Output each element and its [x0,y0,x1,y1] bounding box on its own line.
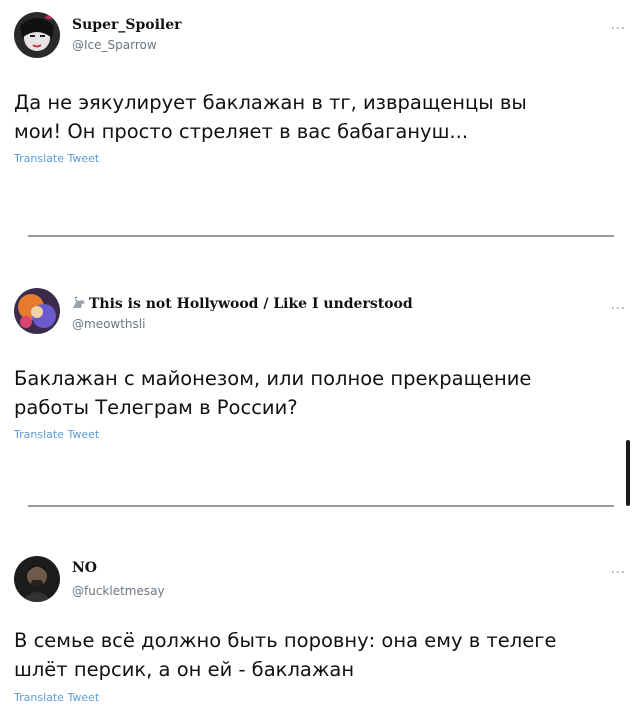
translate-tweet-link[interactable]: Translate Tweet [14,428,99,441]
scrollbar[interactable] [626,440,630,506]
tweet-text-line: В семье всё должно быть поровну: она ему… [14,629,557,652]
tweet-text-line: шлёт персик, а он ей - баклажан [14,658,355,681]
display-name[interactable]: This is not Hollywood / Like I understoo… [72,296,413,312]
divider [28,505,614,507]
unicorn-icon [73,297,85,308]
tweet-3: NO @fuckletmesay ... В семье всё должно … [0,548,640,720]
more-options-icon[interactable]: ... [611,18,626,33]
handle[interactable]: @fuckletmesay [72,584,165,598]
tweet-text: Да не эякулирует баклажан в тг, извращен… [14,88,614,146]
divider [28,235,614,237]
avatar[interactable] [14,12,60,58]
avatar[interactable] [14,556,60,602]
display-name[interactable]: NO [72,560,97,576]
tweet-text: В семье всё должно быть поровну: она ему… [14,626,614,684]
more-options-icon[interactable]: ... [611,298,626,313]
translate-tweet-link[interactable]: Translate Tweet [14,152,99,165]
avatar-image [14,288,60,334]
more-options-icon[interactable]: ... [611,562,626,577]
display-name[interactable]: Super_Spoiler [72,17,182,33]
tweet-1: Super_Spoiler @Ice_Sparrow ... Да не эяк… [0,0,640,230]
handle[interactable]: @Ice_Sparrow [72,38,157,52]
tweet-text: Баклажан с майонезом, или полное прекращ… [14,364,614,422]
tweet-text-line: работы Телеграм в России? [14,396,298,419]
tweet-text-line: Да не эякулирует баклажан в тг, извращен… [14,91,527,114]
avatar-image [14,556,60,602]
tweet-text-line: Баклажан с майонезом, или полное прекращ… [14,367,532,390]
avatar[interactable] [14,288,60,334]
display-name-text: This is not Hollywood / Like I understoo… [89,296,413,312]
translate-tweet-link[interactable]: Translate Tweet [14,691,99,704]
handle[interactable]: @meowthsli [72,317,145,331]
tweet-text-line: мои! Он просто стреляет в вас бабагануш.… [14,120,469,143]
tweet-2: This is not Hollywood / Like I understoo… [0,280,640,480]
avatar-image [14,12,60,58]
